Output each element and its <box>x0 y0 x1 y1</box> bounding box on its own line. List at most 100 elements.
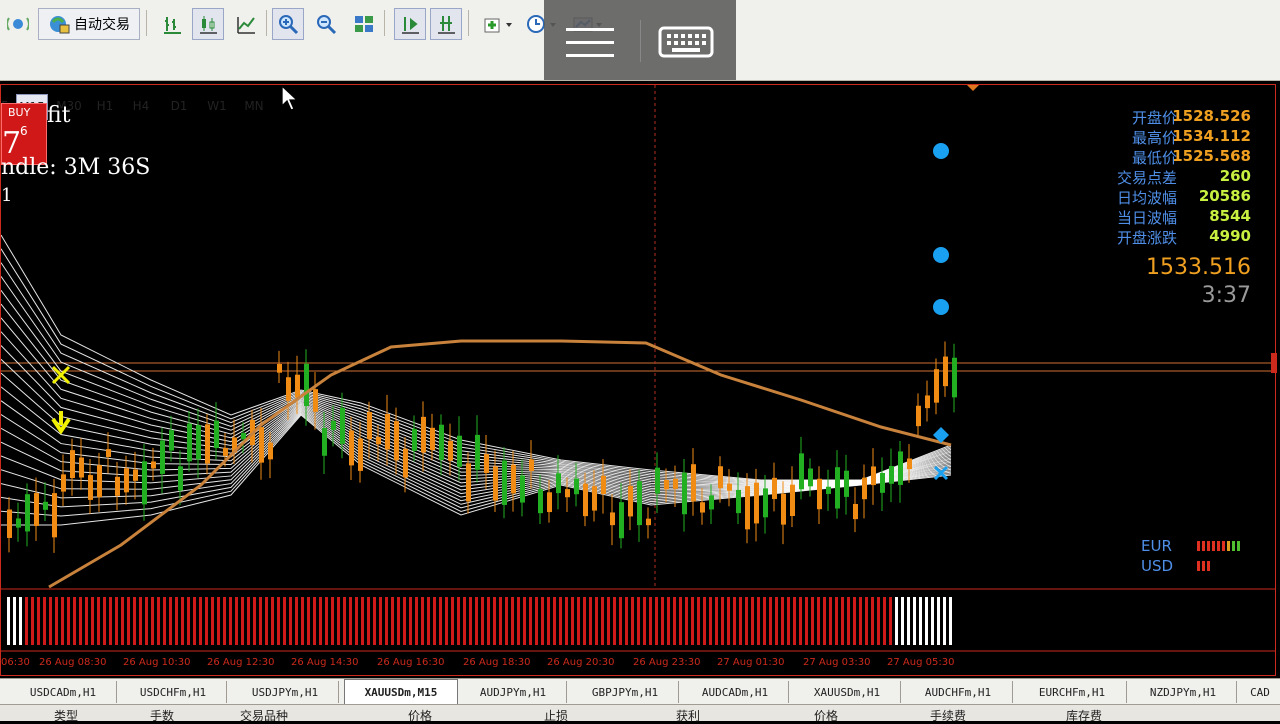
tab-usdjpym-h1[interactable]: USDJPYm,H1 <box>232 681 339 703</box>
column-stop-loss[interactable]: 止损 <box>544 707 568 724</box>
histogram-bar <box>505 597 508 645</box>
tab-xauusdm-h1[interactable]: XAUUSDm,H1 <box>794 681 901 703</box>
candle-body <box>115 476 120 496</box>
column-type[interactable]: 类型 <box>54 707 78 724</box>
candle-body <box>844 470 849 497</box>
tab-gbpjpym-h1[interactable]: GBPJPYm,H1 <box>572 681 679 703</box>
histogram-bar <box>73 597 76 645</box>
histogram-bar <box>331 597 334 645</box>
candle-body <box>646 518 651 526</box>
chart-shift-marker-icon[interactable] <box>965 83 981 93</box>
time-axis-label: 06:30 <box>1 657 30 668</box>
zoom-in-icon[interactable] <box>272 8 304 40</box>
candle-body <box>124 468 129 493</box>
histogram-bar <box>559 597 562 645</box>
chart-window[interactable]: 06:30 26 Aug 08:30 26 Aug 10:30 26 Aug 12:3… <box>0 83 1277 676</box>
candle-body <box>295 374 300 398</box>
candlestick-icon[interactable] <box>192 8 224 40</box>
candle-body <box>799 453 804 490</box>
candle-body <box>142 461 147 505</box>
tab-usdcadm-h1[interactable]: USDCADm,H1 <box>10 681 117 703</box>
histogram-bar <box>259 597 262 645</box>
tab-xauusdm-m15[interactable]: XAUUSDm,M15 <box>344 679 458 705</box>
histogram-bar <box>133 597 136 645</box>
strength-bar <box>1207 561 1210 571</box>
column-symbol[interactable]: 交易品种 <box>240 707 288 724</box>
candle-body <box>727 483 732 491</box>
overlay-extra-line: 1 <box>1 185 13 206</box>
strength-bar <box>1202 541 1205 551</box>
histogram-bar <box>319 597 322 645</box>
candle-body <box>133 469 138 481</box>
histogram-bar <box>223 597 226 645</box>
price-chart: 06:30 26 Aug 08:30 26 Aug 10:30 26 Aug 12:3… <box>1 85 1275 668</box>
candle-body <box>520 475 525 503</box>
time-axis: 06:30 26 Aug 08:30 26 Aug 10:30 26 Aug 12:3… <box>1 657 954 668</box>
candle-body <box>52 493 57 538</box>
menu-icon[interactable] <box>566 26 614 57</box>
histogram-bar <box>481 597 484 645</box>
histogram-bar <box>865 597 868 645</box>
candle-body <box>286 377 291 401</box>
tab-nzdjpym-h1[interactable]: NZDJPYm,H1 <box>1130 681 1237 703</box>
tab-audjpym-h1[interactable]: AUDJPYm,H1 <box>460 681 567 703</box>
histogram-bar <box>229 597 232 645</box>
autotrade-button[interactable]: 自动交易 <box>38 8 140 40</box>
tab-audchfm-h1[interactable]: AUDCHFm,H1 <box>904 681 1013 703</box>
histogram-bar <box>67 597 70 645</box>
histogram-bar <box>799 597 802 645</box>
column-swap[interactable]: 库存费 <box>1066 707 1102 724</box>
signal-icon[interactable] <box>2 8 34 40</box>
current-price: 1533.516 <box>1146 255 1251 280</box>
indicators-icon[interactable] <box>478 8 520 40</box>
price-edge-marker <box>1271 353 1277 373</box>
histogram-bar <box>43 597 46 645</box>
candle-body <box>637 481 642 526</box>
histogram-bar <box>823 597 826 645</box>
histogram-bar <box>529 597 532 645</box>
candle-body <box>700 502 705 513</box>
column-price[interactable]: 价格 <box>408 707 432 724</box>
time-axis-label: 26 Aug 20:30 <box>547 657 614 668</box>
histogram-bar <box>31 597 34 645</box>
histogram-bar <box>397 597 400 645</box>
candle-body <box>484 454 489 473</box>
histogram-bar <box>391 597 394 645</box>
tab-cad-partial[interactable]: CAD <box>1240 681 1280 703</box>
candle-body <box>898 451 903 485</box>
candle-body <box>151 461 156 469</box>
candle-body <box>826 486 831 494</box>
histogram-bar <box>583 597 586 645</box>
candle-body <box>655 467 660 494</box>
histogram-bar <box>151 597 154 645</box>
histogram-bar <box>697 597 700 645</box>
candle-body <box>367 411 372 440</box>
candle-body <box>70 450 75 479</box>
signal-dot <box>933 247 949 263</box>
column-take-profit[interactable]: 获利 <box>676 707 700 724</box>
column-lots[interactable]: 手数 <box>150 707 174 724</box>
line-chart-icon[interactable] <box>230 8 262 40</box>
tab-audcadm-h1[interactable]: AUDCADm,H1 <box>682 681 789 703</box>
tab-eurchfm-h1[interactable]: EURCHFm,H1 <box>1018 681 1127 703</box>
candle-body <box>511 464 516 494</box>
strength-bar <box>1217 541 1220 551</box>
histogram-bar <box>811 597 814 645</box>
candle-body <box>430 427 435 451</box>
keyboard-icon[interactable] <box>658 24 714 60</box>
autoscroll-icon[interactable] <box>394 8 426 40</box>
histogram-bar <box>85 597 88 645</box>
histogram-bar <box>655 597 658 645</box>
histogram-bar <box>949 597 952 645</box>
histogram-bar <box>571 597 574 645</box>
chart-shift-icon[interactable] <box>430 8 462 40</box>
zoom-out-icon[interactable] <box>310 8 342 40</box>
tab-usdchfm-h1[interactable]: USDCHFm,H1 <box>120 681 227 703</box>
bar-chart-icon[interactable] <box>156 8 188 40</box>
candle-body <box>772 477 777 500</box>
column-commission[interactable]: 手续费 <box>930 707 966 724</box>
candle-body <box>16 518 21 528</box>
column-price-current[interactable]: 价格 <box>814 707 838 724</box>
tile-windows-icon[interactable] <box>348 8 380 40</box>
histogram-bar <box>439 597 442 645</box>
